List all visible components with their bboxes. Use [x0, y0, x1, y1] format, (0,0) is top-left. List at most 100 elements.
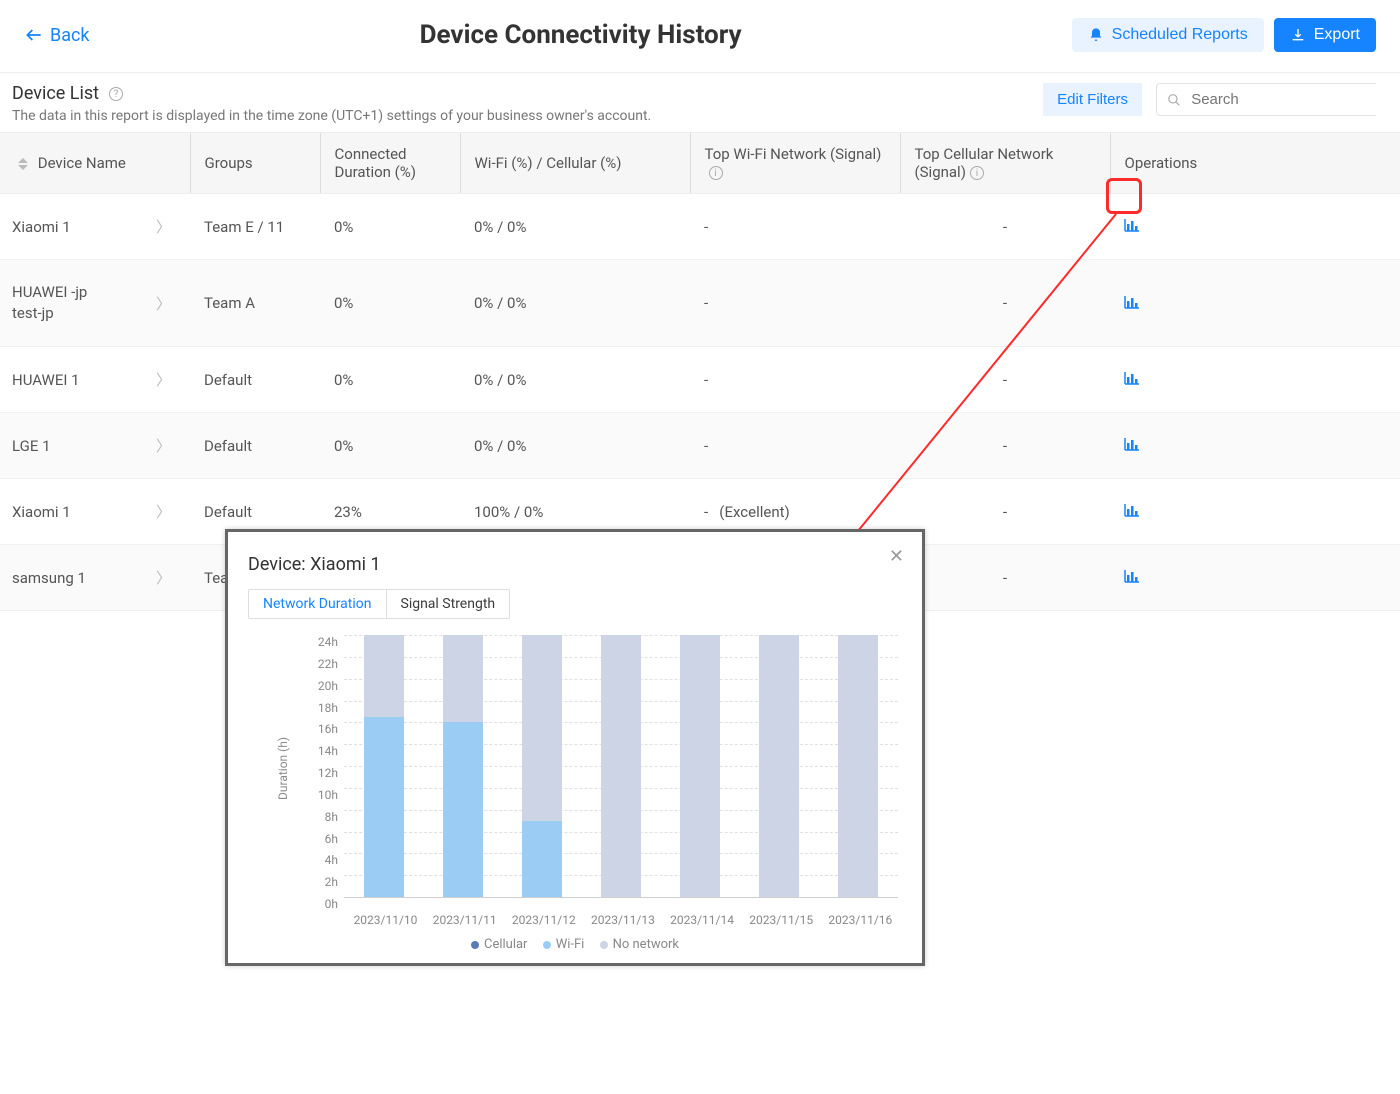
back-button[interactable]: Back — [24, 25, 90, 46]
modal-title: Device: Xiaomi 1 — [248, 554, 902, 575]
close-icon[interactable]: ✕ — [889, 546, 904, 567]
device-name: Xiaomi 1 — [12, 503, 71, 521]
table-row: HUAWEI 1 〉 Default 0% 0% / 0% - - — [0, 347, 1400, 413]
cell-top-wifi: - — [690, 260, 900, 347]
bar-segment — [364, 635, 404, 717]
bar-segment — [443, 635, 483, 722]
chevron-right-icon[interactable]: 〉 — [156, 369, 180, 390]
chart-icon-button[interactable] — [1124, 568, 1140, 587]
bar-segment — [680, 635, 720, 897]
y-tick-label: 18h — [308, 701, 338, 715]
chevron-right-icon[interactable]: 〉 — [156, 501, 180, 522]
cell-top-cellular: - — [900, 260, 1110, 347]
device-name: LGE 1 — [12, 437, 51, 455]
x-tick-label: 2023/11/14 — [670, 913, 730, 927]
y-tick-label: 4h — [308, 853, 338, 867]
download-icon — [1290, 27, 1306, 43]
edit-filters-button[interactable]: Edit Filters — [1043, 83, 1142, 116]
cell-top-cellular: - — [900, 194, 1110, 260]
bar-segment — [443, 722, 483, 897]
info-icon[interactable]: i — [709, 166, 723, 180]
scheduled-reports-button[interactable]: Scheduled Reports — [1072, 18, 1264, 52]
bar-segment — [759, 635, 799, 897]
info-icon[interactable]: i — [970, 166, 984, 180]
export-button[interactable]: Export — [1274, 18, 1376, 52]
cell-top-cellular: - — [900, 347, 1110, 413]
y-tick-label: 6h — [308, 832, 338, 846]
bar-segment — [364, 717, 404, 897]
chevron-right-icon[interactable]: 〉 — [156, 435, 180, 456]
search-box[interactable] — [1156, 83, 1376, 116]
x-tick-label: 2023/11/12 — [512, 913, 572, 927]
y-tick-label: 24h — [308, 635, 338, 649]
cell-connected: 0% — [320, 347, 460, 413]
chevron-right-icon[interactable]: 〉 — [156, 293, 180, 314]
chart-icon-button[interactable] — [1124, 502, 1140, 521]
cell-wifi-cellular: 0% / 0% — [460, 194, 690, 260]
col-connected[interactable]: Connected Duration (%) — [320, 133, 460, 194]
cell-groups: Default — [190, 347, 320, 413]
table-row: LGE 1 〉 Default 0% 0% / 0% - - — [0, 413, 1400, 479]
y-tick-label: 12h — [308, 766, 338, 780]
section-subtitle: The data in this report is displayed in … — [12, 108, 651, 124]
y-tick-label: 8h — [308, 810, 338, 824]
bar-segment — [601, 635, 641, 897]
tab-network-duration[interactable]: Network Duration — [249, 590, 386, 618]
bar-segment — [522, 635, 562, 821]
chevron-right-icon[interactable]: 〉 — [156, 216, 180, 237]
chart-modal: ✕ Device: Xiaomi 1 Network Duration Sign… — [225, 529, 925, 966]
y-tick-label: 0h — [308, 897, 338, 911]
info-icon[interactable]: ? — [109, 87, 123, 101]
y-tick-label: 20h — [308, 679, 338, 693]
chart-icon-button[interactable] — [1124, 370, 1140, 389]
cell-top-cellular: - — [900, 413, 1110, 479]
chart-legend: Cellular Wi-Fi No network — [248, 937, 902, 953]
duration-chart: Duration (h) 0h 2h 4h 6h 8h 10h 12h 14h 16h 18h 20… — [258, 635, 898, 927]
x-tick-label: 2023/11/15 — [749, 913, 809, 927]
cell-wifi-cellular: 0% / 0% — [460, 413, 690, 479]
col-top-cellular[interactable]: Top Cellular Network (Signal)i — [900, 133, 1110, 194]
col-device[interactable]: Device Name — [0, 133, 190, 194]
table-row: Xiaomi 1 〉 Team E / 11 0% 0% / 0% - - — [0, 194, 1400, 260]
device-name: HUAWEI -jptest-jp — [12, 282, 87, 324]
y-tick-label: 22h — [308, 657, 338, 671]
cell-top-wifi: - — [690, 347, 900, 413]
x-tick-label: 2023/11/16 — [828, 913, 888, 927]
export-label: Export — [1314, 26, 1360, 44]
x-tick-label: 2023/11/13 — [591, 913, 651, 927]
bell-icon — [1088, 27, 1104, 43]
tab-signal-strength[interactable]: Signal Strength — [386, 590, 510, 618]
chart-icon-button[interactable] — [1124, 436, 1140, 455]
bar-segment — [838, 635, 878, 897]
y-tick-label: 14h — [308, 744, 338, 758]
chart-icon-button[interactable] — [1124, 217, 1140, 236]
device-name: samsung 1 — [12, 569, 86, 587]
x-tick-label: 2023/11/11 — [433, 913, 493, 927]
col-wifi-cellular[interactable]: Wi-Fi (%) / Cellular (%) — [460, 133, 690, 194]
chevron-right-icon[interactable]: 〉 — [156, 567, 180, 588]
y-tick-label: 2h — [308, 875, 338, 889]
cell-top-wifi: - — [690, 194, 900, 260]
chart-y-axis-label: Duration (h) — [276, 737, 290, 800]
y-tick-label: 10h — [308, 788, 338, 802]
search-input[interactable] — [1189, 90, 1366, 109]
arrow-left-icon — [24, 25, 44, 45]
device-name: HUAWEI 1 — [12, 371, 80, 389]
section-title: Device List — [12, 83, 99, 104]
scheduled-reports-label: Scheduled Reports — [1112, 26, 1248, 44]
cell-groups: Team E / 11 — [190, 194, 320, 260]
col-top-wifi[interactable]: Top Wi-Fi Network (Signal)i — [690, 133, 900, 194]
cell-top-wifi: - — [690, 413, 900, 479]
cell-connected: 0% — [320, 413, 460, 479]
cell-wifi-cellular: 0% / 0% — [460, 260, 690, 347]
search-icon — [1167, 92, 1181, 108]
chart-icon-button[interactable] — [1124, 294, 1140, 313]
cell-connected: 0% — [320, 260, 460, 347]
cell-wifi-cellular: 0% / 0% — [460, 347, 690, 413]
x-tick-label: 2023/11/10 — [354, 913, 414, 927]
table-row: HUAWEI -jptest-jp 〉 Team A 0% 0% / 0% - … — [0, 260, 1400, 347]
y-tick-label: 16h — [308, 722, 338, 736]
cell-top-cellular: - — [900, 479, 1110, 545]
col-groups[interactable]: Groups — [190, 133, 320, 194]
page-title: Device Connectivity History — [420, 20, 742, 50]
